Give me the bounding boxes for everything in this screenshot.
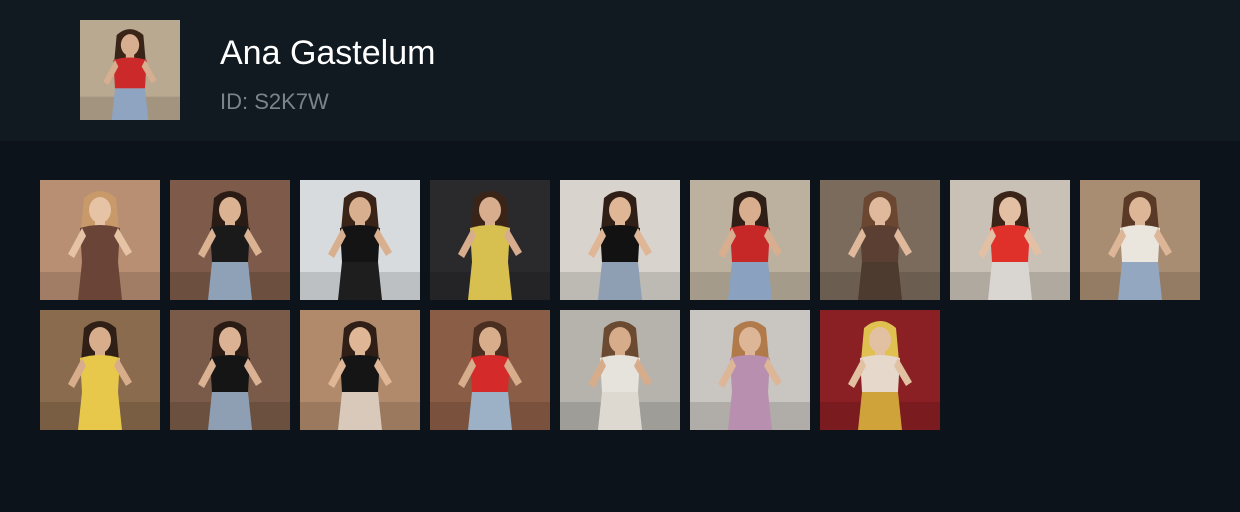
video-thumbnail[interactable]	[950, 180, 1070, 300]
video-thumbnail[interactable]	[560, 180, 680, 300]
thumbnail-image	[40, 310, 160, 430]
thumbnail-image	[40, 180, 160, 300]
thumbnail-image	[300, 180, 420, 300]
video-thumbnail[interactable]	[430, 310, 550, 430]
thumbnail-image	[950, 180, 1070, 300]
video-thumbnail[interactable]	[300, 180, 420, 300]
thumbnail-image	[560, 180, 680, 300]
thumbnail-image	[820, 180, 940, 300]
video-thumbnail[interactable]	[690, 180, 810, 300]
video-thumbnail[interactable]	[170, 310, 290, 430]
video-thumbnail[interactable]	[1080, 180, 1200, 300]
thumbnail-image	[430, 310, 550, 430]
profile-id: ID: S2K7W	[220, 89, 329, 114]
video-thumbnail[interactable]	[40, 180, 160, 300]
thumbnail-image	[690, 310, 810, 430]
video-thumbnail[interactable]	[170, 180, 290, 300]
thumbnail-image	[170, 180, 290, 300]
thumbnail-image	[1080, 180, 1200, 300]
video-thumbnail[interactable]	[560, 310, 680, 430]
profile-avatar[interactable]	[80, 20, 180, 120]
video-thumbnail[interactable]	[40, 310, 160, 430]
profile-header: Ana Gastelum ID: S2K7W	[0, 0, 1240, 141]
thumbnail-image	[170, 310, 290, 430]
video-grid	[40, 180, 1200, 430]
video-thumbnail[interactable]	[430, 180, 550, 300]
thumbnail-image	[820, 310, 940, 430]
thumbnail-image	[690, 180, 810, 300]
thumbnail-image	[560, 310, 680, 430]
thumbnail-image	[430, 180, 550, 300]
video-thumbnail[interactable]	[690, 310, 810, 430]
video-thumbnail[interactable]	[820, 180, 940, 300]
avatar-image	[80, 20, 180, 120]
video-thumbnail[interactable]	[820, 310, 940, 430]
thumbnail-image	[300, 310, 420, 430]
video-thumbnail[interactable]	[300, 310, 420, 430]
profile-name: Ana Gastelum	[220, 34, 436, 72]
